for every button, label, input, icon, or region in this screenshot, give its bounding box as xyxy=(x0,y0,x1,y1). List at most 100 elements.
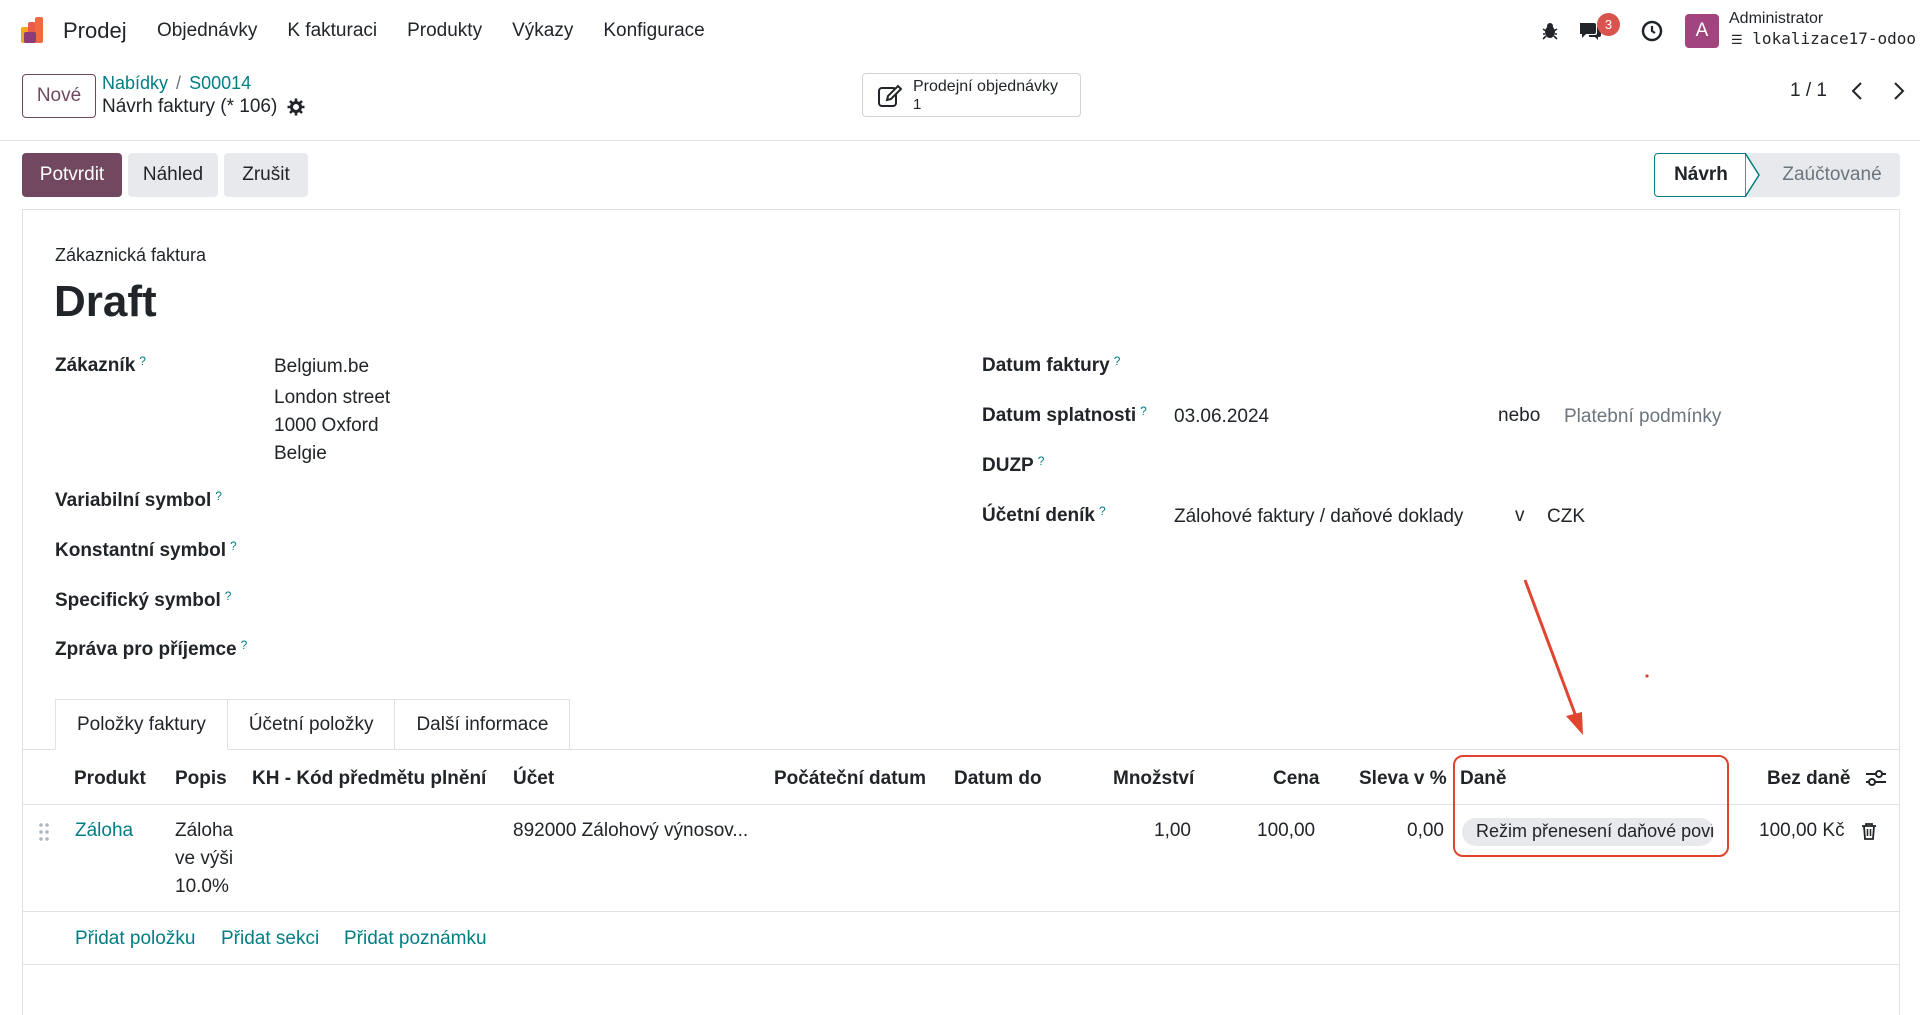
new-button[interactable]: Nové xyxy=(22,74,96,118)
currency-field[interactable]: CZK xyxy=(1547,506,1585,528)
payment-terms-field[interactable]: Platební podmínky xyxy=(1564,406,1721,428)
invoice-date-text: Datum faktury xyxy=(982,355,1110,376)
line-subtotal: 100,00 Kč xyxy=(1759,820,1845,841)
variable-symbol-text: Variabilní symbol xyxy=(55,490,212,511)
duzp-text: DUZP xyxy=(982,455,1034,476)
due-date-label: Datum splatnosti? xyxy=(982,404,1147,427)
stage-posted[interactable]: Zaúčtované xyxy=(1764,153,1900,197)
tab-journal-items[interactable]: Účetní položky xyxy=(227,699,396,750)
add-line-link[interactable]: Přidat položku xyxy=(75,928,195,950)
line-account[interactable]: 892000 Zálohový výnosov... xyxy=(513,820,748,842)
col-end-date[interactable]: Datum do xyxy=(954,768,1042,790)
menu-to-invoice[interactable]: K fakturaci xyxy=(287,20,377,42)
edit-document-icon xyxy=(878,84,903,107)
recipient-message-label: Zpráva pro příjemce? xyxy=(55,638,247,661)
invoice-date-label: Datum faktury? xyxy=(982,354,1120,377)
menu-products[interactable]: Produkty xyxy=(407,20,482,42)
help-icon[interactable]: ? xyxy=(225,589,232,603)
smart-button-label: Prodejní objednávky xyxy=(913,78,1058,95)
document-name: Draft xyxy=(54,277,157,326)
col-product[interactable]: Produkt xyxy=(74,768,146,790)
stage-arrow xyxy=(1745,153,1765,197)
messages-badge: 3 xyxy=(1597,13,1620,36)
in-label: v xyxy=(1515,505,1525,526)
col-start-date[interactable]: Počáteční datum xyxy=(774,768,926,790)
col-subtotal[interactable]: Bez daně xyxy=(1767,768,1850,790)
form-tabs: Položky faktury Účetní položky Další inf… xyxy=(55,699,571,750)
line-description-1[interactable]: Záloha xyxy=(175,820,233,842)
document-type: Zákaznická faktura xyxy=(55,245,207,265)
constant-symbol-text: Konstantní symbol xyxy=(55,540,227,561)
line-product[interactable]: Záloha xyxy=(75,820,133,842)
help-icon[interactable]: ? xyxy=(1114,354,1121,368)
tab-invoice-lines[interactable]: Položky faktury xyxy=(55,699,228,750)
col-price[interactable]: Cena xyxy=(1273,768,1319,790)
chevron-left-icon[interactable] xyxy=(1845,78,1869,104)
tab-other-info[interactable]: Další informace xyxy=(395,699,571,750)
line-description-3[interactable]: 10.0% xyxy=(175,876,229,898)
database-label: lokalizace17-odoo xyxy=(1752,29,1917,48)
user-name[interactable]: Administrator xyxy=(1729,10,1823,28)
optional-columns-icon[interactable] xyxy=(1865,768,1887,794)
form-sheet xyxy=(22,209,1900,1015)
specific-symbol-text: Specifický symbol xyxy=(55,590,221,611)
col-description[interactable]: Popis xyxy=(175,768,227,790)
line-discount[interactable]: 0,00 xyxy=(1407,820,1444,842)
menu-orders[interactable]: Objednávky xyxy=(157,20,257,42)
constant-symbol-label: Konstantní symbol? xyxy=(55,539,237,562)
breadcrumb-order[interactable]: S00014 xyxy=(189,73,251,93)
main-menu: Objednávky K fakturaci Produkty Výkazy K… xyxy=(157,20,735,42)
line-description-2[interactable]: ve výši xyxy=(175,848,233,870)
clock-icon[interactable] xyxy=(1639,18,1665,44)
pager-value[interactable]: 1 / 1 xyxy=(1790,80,1827,102)
stage-draft[interactable]: Návrh xyxy=(1654,153,1748,197)
breadcrumb-quotations[interactable]: Nabídky xyxy=(102,73,168,93)
journal-field[interactable]: Zálohové faktury / daňové doklady xyxy=(1174,506,1463,528)
customer-label: Zákazník? xyxy=(55,354,146,377)
recipient-message-text: Zpráva pro příjemce xyxy=(55,639,237,660)
menu-reports[interactable]: Výkazy xyxy=(512,20,573,42)
col-quantity[interactable]: Množství xyxy=(1113,768,1194,790)
customer-name[interactable]: Belgium.be xyxy=(274,356,369,378)
user-avatar[interactable]: A xyxy=(1685,14,1719,48)
help-icon[interactable]: ? xyxy=(241,638,248,652)
or-label: nebo xyxy=(1498,405,1541,426)
col-kh-code[interactable]: KH - Kód předmětu plnění xyxy=(252,768,486,790)
help-icon[interactable]: ? xyxy=(1038,454,1045,468)
customer-city: 1000 Oxford xyxy=(274,415,379,436)
add-note-link[interactable]: Přidat poznámku xyxy=(344,928,487,950)
control-panel-divider xyxy=(0,140,1920,141)
database-name: ☰ lokalizace17-odoo xyxy=(1731,29,1916,48)
due-date-field[interactable]: 03.06.2024 xyxy=(1174,406,1269,428)
col-account[interactable]: Účet xyxy=(513,768,554,790)
bug-icon[interactable] xyxy=(1537,18,1563,44)
help-icon[interactable]: ? xyxy=(1099,504,1106,518)
sale-orders-smart-button[interactable]: Prodejní objednávky 1 xyxy=(862,73,1081,117)
preview-button[interactable]: Náhled xyxy=(128,153,218,197)
customer-street: London street xyxy=(274,387,391,408)
add-section-link[interactable]: Přidat sekci xyxy=(221,928,319,950)
col-discount[interactable]: Sleva v % xyxy=(1359,768,1447,790)
variable-symbol-label: Variabilní symbol? xyxy=(55,489,222,512)
confirm-button[interactable]: Potvrdit xyxy=(22,153,122,197)
chevron-right-icon[interactable] xyxy=(1887,78,1911,104)
help-icon[interactable]: ? xyxy=(230,539,237,553)
menu-configuration[interactable]: Konfigurace xyxy=(603,20,704,42)
line-quantity[interactable]: 1,00 xyxy=(1154,820,1191,842)
sales-app-logo-icon[interactable] xyxy=(20,15,50,45)
record-title: Návrh faktury (* 106) xyxy=(102,96,305,118)
drag-handle-icon[interactable] xyxy=(38,822,50,848)
duzp-label: DUZP? xyxy=(982,454,1044,477)
trash-icon[interactable] xyxy=(1861,822,1877,846)
gear-icon[interactable] xyxy=(287,98,305,116)
help-icon[interactable]: ? xyxy=(139,354,146,368)
help-icon[interactable]: ? xyxy=(1140,404,1147,418)
record-title-text: Návrh faktury (* 106) xyxy=(102,96,278,117)
app-name[interactable]: Prodej xyxy=(63,18,127,44)
specific-symbol-label: Specifický symbol? xyxy=(55,589,231,612)
database-icon: ☰ xyxy=(1731,33,1743,48)
cancel-button[interactable]: Zrušit xyxy=(224,153,308,197)
line-price[interactable]: 100,00 xyxy=(1257,820,1315,842)
annotation-highlight-box xyxy=(1453,755,1729,857)
help-icon[interactable]: ? xyxy=(215,489,222,503)
